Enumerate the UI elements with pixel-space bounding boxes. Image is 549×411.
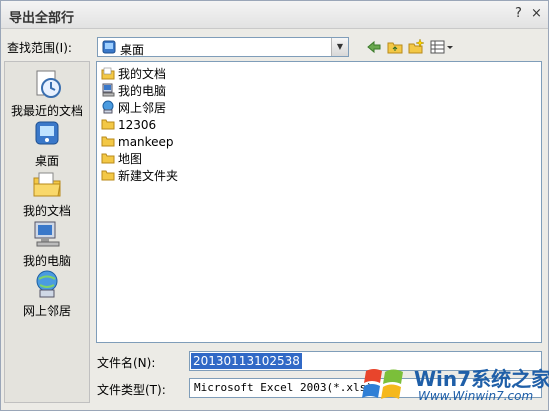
my-computer-icon [102,83,115,97]
lookin-value: 桌面 [120,43,145,57]
place-my-documents[interactable]: 我的文档 [5,168,89,219]
filetype-value: Microsoft Excel 2003(*.xls) [194,381,373,394]
title-bar: 导出全部行 ? × [1,1,548,29]
watermark: Win7系统之家 Www.Winwin7.com [356,359,549,411]
place-label: 网上邻居 [22,304,71,318]
desktop-icon [102,40,116,54]
folder-icon [101,170,115,181]
filename-label: 文件名(N): [97,356,156,370]
place-my-computer[interactable]: 我的电脑 [5,218,89,269]
my-documents-icon [101,67,115,80]
file-name: 新建文件夹 [118,169,179,183]
place-label: 我最近的文档 [10,104,83,118]
folder-icon [101,136,115,147]
windows-logo-icon [362,369,403,399]
watermark-url: Www.Winwin7.com [418,389,534,403]
folder-icon [101,153,115,164]
my-documents-icon [33,172,61,197]
file-name: 我的电脑 [118,84,167,98]
place-desktop[interactable]: 桌面 [5,118,89,169]
file-list[interactable]: 我的文档 我的电脑 网上邻居 12306 mankeep 地图 新建文件夹 [96,61,542,343]
watermark-brand: Win7系统之家 [414,367,549,391]
my-computer-icon [34,221,60,247]
places-bar: 我最近的文档 桌面 我的文档 我的电脑 网上邻居 [4,61,90,403]
network-places-icon [102,100,114,114]
up-folder-icon[interactable] [386,38,404,56]
close-button[interactable]: × [529,6,544,21]
dialog-title: 导出全部行 [9,11,75,26]
place-label: 我的电脑 [22,254,71,268]
desktop-icon [35,121,59,145]
file-name: mankeep [118,135,174,149]
file-name: 我的文档 [118,67,167,81]
network-places-icon [36,270,58,298]
recent-documents-icon [36,70,61,98]
place-network[interactable]: 网上邻居 [5,268,89,319]
back-arrow-icon[interactable] [365,38,383,56]
place-label: 我的文档 [22,204,71,218]
filename-value: 20130113102538 [191,353,302,369]
lookin-dropdown[interactable]: 桌面 ▼ [97,37,349,57]
chevron-down-icon[interactable]: ▼ [331,38,348,56]
place-recent-documents[interactable]: 我最近的文档 [5,68,89,119]
filetype-label: 文件类型(T): [97,383,166,397]
help-button[interactable]: ? [511,6,526,21]
file-name: 网上邻居 [118,101,167,115]
new-folder-icon[interactable] [407,38,425,56]
place-label: 桌面 [34,154,59,168]
view-menu-icon[interactable] [429,38,455,56]
file-name: 12306 [118,118,157,132]
export-dialog: 导出全部行 ? × 查找范围(I): 桌面 ▼ 我最近的文档 桌面 我的文档 我… [0,0,549,411]
file-name: 地图 [118,152,143,166]
folder-icon [101,119,115,130]
lookin-label: 查找范围(I): [7,41,72,55]
